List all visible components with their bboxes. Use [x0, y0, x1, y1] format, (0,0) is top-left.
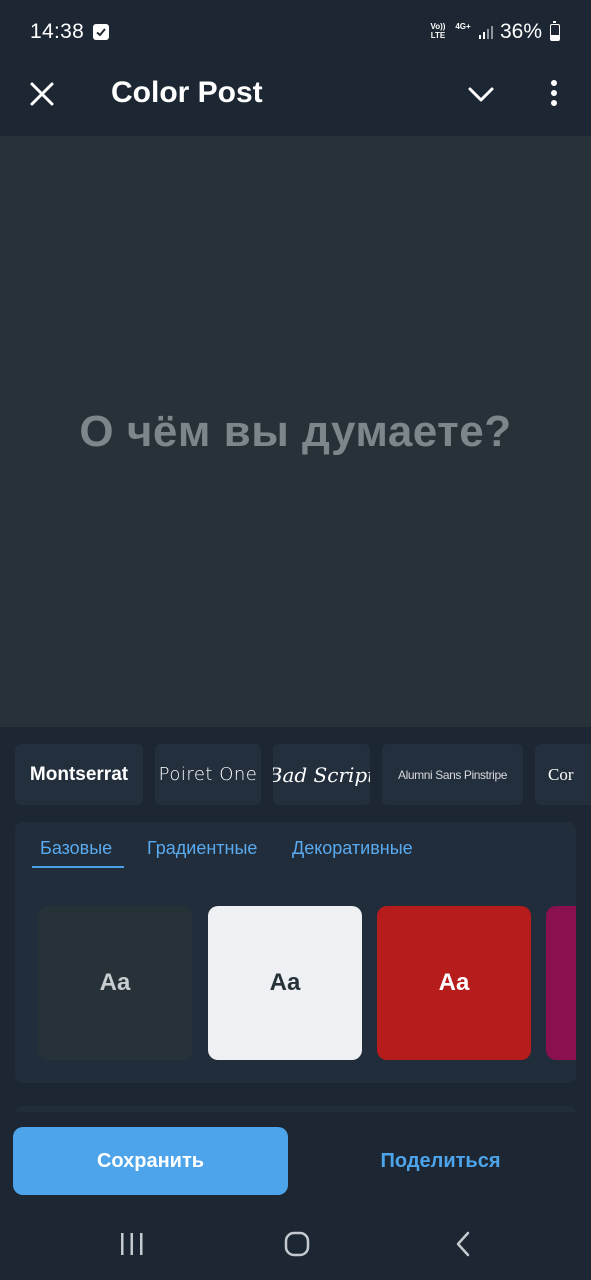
- font-chip-poiret-one[interactable]: Poiret One: [155, 744, 261, 805]
- recent-apps-icon[interactable]: [118, 1230, 146, 1263]
- expand-button[interactable]: [462, 76, 500, 114]
- battery-percent: 36%: [500, 20, 543, 43]
- font-chip-montserrat[interactable]: Montserrat: [15, 744, 143, 805]
- chevron-down-icon: [468, 87, 494, 102]
- tab-decorative[interactable]: Декоративные: [292, 838, 413, 859]
- signal-icon: [478, 24, 496, 45]
- status-bar: 14:38 Vo)) LTE 4G+ 36%: [0, 0, 591, 64]
- color-swatch-dark[interactable]: Aa: [38, 906, 192, 1060]
- tab-gradient[interactable]: Градиентные: [147, 838, 257, 859]
- font-chip-cor[interactable]: Cor: [535, 744, 591, 805]
- battery-icon: [550, 21, 560, 41]
- close-icon: [30, 82, 54, 106]
- color-swatch-red[interactable]: Aa: [377, 906, 531, 1060]
- post-canvas[interactable]: О чём вы думаете?: [0, 136, 591, 727]
- network-type: 4G+: [455, 22, 471, 31]
- post-text-placeholder[interactable]: О чём вы думаете?: [0, 407, 591, 457]
- share-button[interactable]: Поделиться: [303, 1127, 578, 1195]
- more-vert-icon: [551, 80, 557, 106]
- action-bar: Сохранить Поделиться: [0, 1112, 591, 1208]
- home-icon[interactable]: [282, 1230, 312, 1263]
- save-button[interactable]: Сохранить: [13, 1127, 288, 1195]
- font-selector: Montserrat Poiret One Bad Script Alumni …: [0, 744, 591, 806]
- color-panel: Базовые Градиентные Декоративные Aa Aa A…: [15, 822, 576, 1083]
- font-chip-alumni-sans-pinstripe[interactable]: Alumni Sans Pinstripe: [382, 744, 523, 805]
- back-icon[interactable]: [450, 1230, 478, 1263]
- page-title: Color Post: [111, 76, 263, 109]
- volte-icon: Vo)) LTE: [430, 22, 446, 40]
- status-time: 14:38: [30, 20, 85, 43]
- color-swatch-light[interactable]: Aa: [208, 906, 362, 1060]
- close-button[interactable]: [22, 74, 62, 114]
- more-options-button[interactable]: [538, 76, 570, 114]
- font-chip-bad-script[interactable]: Bad Script: [273, 744, 370, 805]
- active-tab-indicator: [32, 866, 124, 868]
- system-nav-bar: [0, 1208, 591, 1280]
- task-check-icon: [93, 24, 109, 40]
- tab-basic[interactable]: Базовые: [40, 838, 112, 859]
- color-swatch-magenta[interactable]: [546, 906, 576, 1060]
- app-bar: Color Post: [0, 64, 591, 136]
